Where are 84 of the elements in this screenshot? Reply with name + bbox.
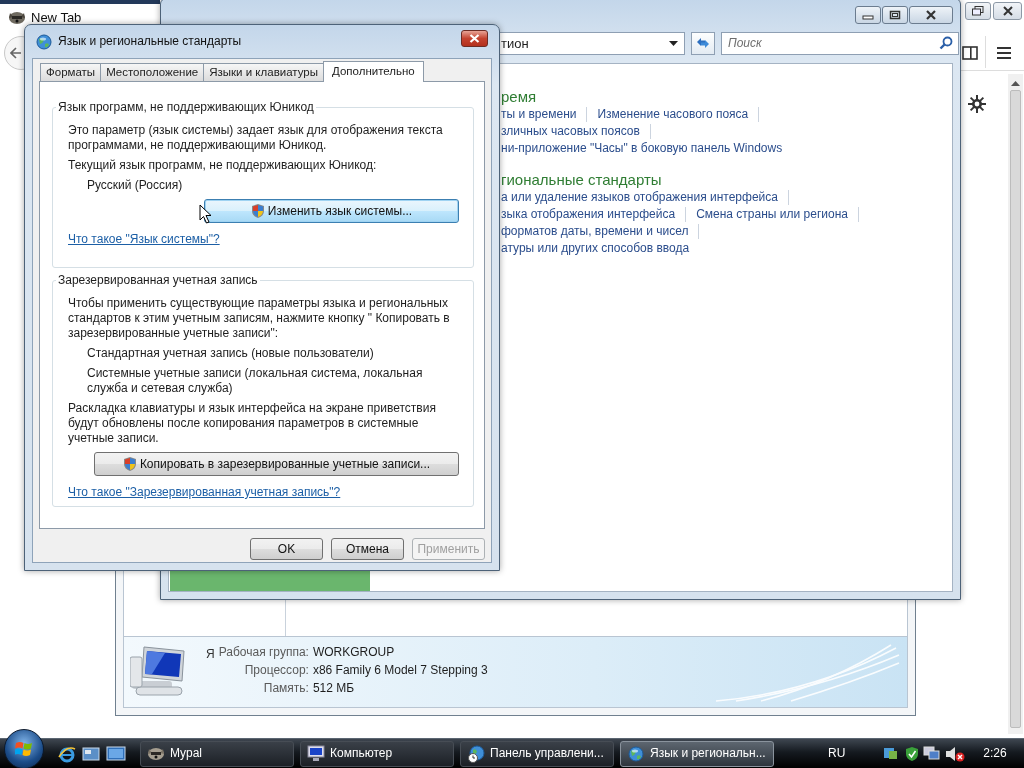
- taskbar-button[interactable]: Язык и региональн...: [620, 740, 774, 767]
- computer-icon: [130, 645, 188, 697]
- window-title: Язык и региональные стандарты: [58, 34, 243, 49]
- maximize-button[interactable]: [882, 6, 908, 24]
- address-text: тион: [501, 35, 530, 51]
- restore-button[interactable]: [965, 2, 991, 20]
- field-label: Рабочая группа:: [218, 645, 309, 660]
- task-link[interactable]: Изменение часового пояса: [597, 106, 749, 123]
- globe-clock-icon: [467, 744, 485, 763]
- section-heading[interactable]: ремя: [501, 88, 952, 106]
- close-icon: [925, 10, 937, 20]
- task-link[interactable]: ни-приложение "Часы" в боковую панель Windows: [501, 140, 783, 157]
- tab[interactable]: Дополнительно: [323, 61, 424, 82]
- field-label: Память:: [262, 681, 309, 696]
- value-text: Системные учетные записи (локальная система, локальная служба и сетевая служба): [87, 366, 424, 396]
- action-button[interactable]: Копировать в зарезервированные учетные записи...: [94, 452, 459, 476]
- dialog-button[interactable]: OK: [250, 538, 323, 560]
- check-shield-icon[interactable]: [905, 745, 920, 762]
- minimize-button[interactable]: [855, 6, 881, 24]
- task-link[interactable]: а или удаление языков отображения интерфейса: [501, 189, 778, 206]
- taskbar-button[interactable]: Компьютер: [300, 740, 454, 767]
- settings-icon[interactable]: [968, 95, 986, 113]
- close-button[interactable]: [909, 6, 953, 24]
- taskbar-button[interactable]: Панель управлени...: [460, 740, 614, 767]
- clock-text[interactable]: 2:26: [983, 746, 1007, 761]
- section-heading[interactable]: гиональные стандарты: [501, 171, 952, 189]
- monitor-icon: [307, 744, 325, 763]
- field-value: x86 Family 6 Model 7 Stepping 3: [312, 663, 488, 678]
- group-title: Язык программ, не поддерживающих Юникод: [57, 100, 315, 115]
- task-link[interactable]: ты и времени: [501, 106, 577, 123]
- restore-icon: [972, 6, 984, 16]
- task-link[interactable]: зличных часовых поясов: [501, 123, 640, 140]
- action-button[interactable]: Изменить язык системы...: [204, 199, 459, 223]
- help-link[interactable]: Что такое "Язык системы"?: [68, 232, 220, 247]
- field-value: WORKGROUP: [312, 645, 396, 660]
- menu-icon[interactable]: [997, 47, 1011, 59]
- tab[interactable]: Местоположение: [100, 63, 205, 81]
- back-arrow-icon: [10, 47, 22, 59]
- task-link[interactable]: Смена страны или региона: [696, 206, 848, 223]
- field-label: Процессор:: [243, 663, 309, 678]
- mouse-pointer-icon: [199, 204, 212, 224]
- sidebar-icon[interactable]: [962, 46, 978, 60]
- network-icon[interactable]: [923, 745, 942, 762]
- show-desktop-icon[interactable]: [82, 745, 100, 762]
- start-button[interactable]: [4, 728, 44, 768]
- close-icon: [469, 34, 480, 43]
- search-field[interactable]: Поиск: [721, 31, 959, 55]
- windows-logo-icon: [15, 739, 33, 758]
- shield-icon: [122, 456, 137, 472]
- scroll-up-icon: [1011, 80, 1020, 86]
- refresh-button[interactable]: [691, 31, 715, 55]
- browser-e-icon[interactable]: [58, 744, 76, 763]
- scrollbar[interactable]: [1008, 74, 1023, 734]
- value-text: Стандартная учетная запись (новые пользователи): [87, 346, 375, 361]
- speaker-muted-icon[interactable]: [945, 745, 966, 762]
- description-text: Чтобы применить существующие параметры языка и региональных стандартов к этим учетным записям, нажмите кнопку " Копировать в зарезервированные учетные записи":: [68, 296, 451, 341]
- name-text: Я: [206, 647, 215, 662]
- value-text: Русский (Россия): [87, 178, 184, 193]
- close-button[interactable]: [993, 2, 1022, 20]
- task-link[interactable]: зыка отображения интерфейса: [501, 206, 676, 223]
- switch-windows-icon[interactable]: [106, 745, 126, 762]
- shield-icon: [250, 203, 265, 219]
- field-value: 512 МБ: [312, 681, 356, 696]
- task-link[interactable]: форматов даты, времени и чисел: [501, 223, 689, 240]
- description-text: Раскладка клавиатуры и язык интерфейса на экране приветствия будут обновлены после копирования параметров в системные учетные записи.: [68, 401, 437, 446]
- group-title: Зарезервированная учетная запись: [57, 273, 259, 288]
- task-link[interactable]: атуры или других способов ввода: [501, 240, 690, 257]
- tab[interactable]: Языки и клавиатуры: [203, 63, 324, 81]
- close-icon: [1002, 6, 1013, 16]
- scrollbar-thumb[interactable]: [1010, 90, 1021, 728]
- language-indicator[interactable]: RU: [828, 746, 846, 761]
- close-button[interactable]: [461, 30, 488, 47]
- refresh-icon: [695, 36, 711, 50]
- tab[interactable]: Форматы: [40, 63, 102, 81]
- help-link[interactable]: Что такое "Зарезервированная учетная запись"?: [68, 485, 341, 500]
- description-text: Текущий язык программ, не поддерживающих Юникод:: [68, 158, 378, 173]
- globe-icon: [627, 744, 645, 763]
- tab-title[interactable]: New Tab: [31, 10, 82, 25]
- dropdown-icon: [669, 40, 678, 46]
- globe-icon: [35, 32, 53, 51]
- description-text: Это параметр (язык системы) задает язык для отображения текста программами, не поддерживающими Юникод.: [68, 123, 444, 153]
- maximize-icon: [889, 10, 901, 20]
- dialog-button[interactable]: Отмена: [331, 538, 404, 560]
- taskbar-button[interactable]: Mypal: [140, 740, 294, 767]
